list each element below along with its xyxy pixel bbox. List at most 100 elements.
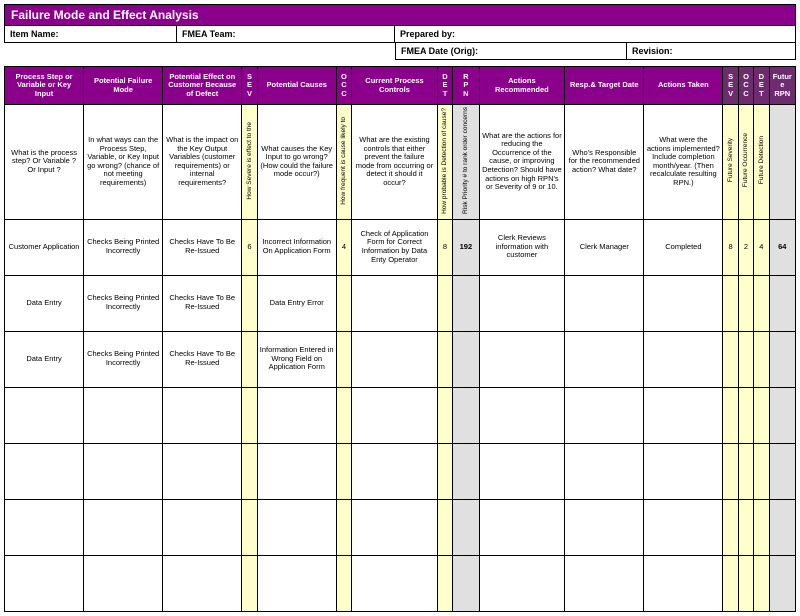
hdr-occ: O C C (336, 67, 351, 105)
cell: 4 (754, 219, 769, 275)
cell (437, 331, 452, 387)
cell (242, 275, 257, 331)
table-row (5, 555, 796, 611)
cell: Checks Have To Be Re-Issued (163, 331, 242, 387)
info-row-2: FMEA Date (Orig): Revision: (395, 43, 796, 60)
cell: Completed (644, 219, 723, 275)
page-title: Failure Mode and Effect Analysis (4, 4, 796, 26)
item-name-cell: Item Name: (4, 26, 177, 43)
cell (242, 387, 257, 443)
table-row (5, 443, 796, 499)
cell: 6 (242, 219, 257, 275)
cell: Risk Priority # to rank order concerns (453, 105, 479, 220)
hdr-occ2: O C C (738, 67, 753, 105)
hdr-sev: S E V (242, 67, 257, 105)
cell: What is the impact on the Key Output Var… (163, 105, 242, 220)
cell (754, 387, 769, 443)
cell: Information Entered in Wrong Field on Ap… (257, 331, 336, 387)
prepared-by-cell: Prepared by: (395, 26, 796, 43)
cell: 8 (437, 219, 452, 275)
cell: What causes the Key Input to go wrong? (… (257, 105, 336, 220)
cell (723, 555, 738, 611)
cell (644, 499, 723, 555)
cell: What are the actions for reducing the Oc… (479, 105, 565, 220)
cell (644, 331, 723, 387)
cell: Future Occurrence (738, 105, 753, 220)
cell (5, 443, 84, 499)
cell (479, 275, 565, 331)
fmea-team-label: FMEA Team: (182, 29, 236, 39)
cell: Who's Responsible for the recommended ac… (565, 105, 644, 220)
cell (336, 387, 351, 443)
cell (769, 555, 795, 611)
hdr-step: Process Step or Variable or Key Input (5, 67, 84, 105)
cell: What is the process step? Or Variable ? … (5, 105, 84, 220)
cell: Future Detection (754, 105, 769, 220)
cell (754, 443, 769, 499)
cell (769, 443, 795, 499)
cell (723, 331, 738, 387)
cell (242, 555, 257, 611)
item-name-label: Item Name: (10, 29, 59, 39)
cell (479, 499, 565, 555)
cell: Clerk Manager (565, 219, 644, 275)
hdr-effect: Potential Effect on Customer Because of … (163, 67, 242, 105)
cell (565, 275, 644, 331)
cell (257, 443, 336, 499)
cell (437, 443, 452, 499)
cell (242, 443, 257, 499)
cell: Data Entry (5, 331, 84, 387)
cell (84, 387, 163, 443)
cell: Future Severity (723, 105, 738, 220)
hdr-sev2: S E V (723, 67, 738, 105)
cell (565, 499, 644, 555)
cell: Checks Being Printed Incorrectly (84, 331, 163, 387)
hdr-taken: Actions Taken (644, 67, 723, 105)
question-row: What is the process step? Or Variable ? … (5, 105, 796, 220)
fmea-team-cell: FMEA Team: (177, 26, 395, 43)
cell (769, 387, 795, 443)
cell (257, 499, 336, 555)
hdr-det2: D E T (754, 67, 769, 105)
cell (336, 331, 351, 387)
cell (754, 331, 769, 387)
cell (723, 387, 738, 443)
cell: Checks Being Printed Incorrectly (84, 275, 163, 331)
cell (437, 555, 452, 611)
cell (453, 499, 479, 555)
cell: Customer Application (5, 219, 84, 275)
cell: What were the actions implemented? Inclu… (644, 105, 723, 220)
info-row-1: Item Name: FMEA Team: Prepared by: (4, 26, 796, 43)
cell: Clerk Reviews information with customer (479, 219, 565, 275)
cell: 2 (738, 219, 753, 275)
cell (479, 443, 565, 499)
cell (453, 387, 479, 443)
cell (738, 387, 753, 443)
table-row (5, 387, 796, 443)
cell (644, 387, 723, 443)
cell (565, 555, 644, 611)
cell (479, 331, 565, 387)
cell (479, 387, 565, 443)
cell (336, 443, 351, 499)
cell (644, 275, 723, 331)
hdr-rpn: R P N (453, 67, 479, 105)
cell: How probable is Detection of cause? (437, 105, 452, 220)
cell (352, 555, 438, 611)
cell (437, 387, 452, 443)
prepared-by-label: Prepared by: (400, 29, 455, 39)
cell (723, 499, 738, 555)
cell (738, 499, 753, 555)
cell: What are the existing controls that eith… (352, 105, 438, 220)
table-row (5, 499, 796, 555)
cell: Checks Being Printed Incorrectly (84, 219, 163, 275)
cell (723, 443, 738, 499)
cell (644, 443, 723, 499)
cell (565, 331, 644, 387)
cell (479, 555, 565, 611)
cell (5, 499, 84, 555)
cell (738, 331, 753, 387)
cell: Check of Application Form for Correct In… (352, 219, 438, 275)
cell (644, 555, 723, 611)
cell (769, 331, 795, 387)
